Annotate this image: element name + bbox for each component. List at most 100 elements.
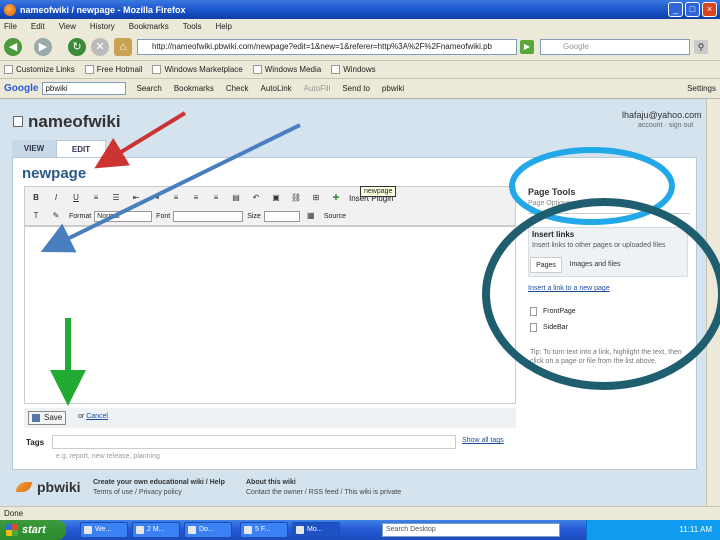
start-button[interactable]: start	[0, 520, 66, 540]
image-icon[interactable]: ▣	[269, 192, 283, 204]
google-autofill-button[interactable]: AutoFill	[304, 84, 331, 93]
menu-edit[interactable]: Edit	[31, 22, 45, 31]
search-icon[interactable]: ⚲	[694, 40, 708, 54]
tags-hint: e.g. report, new release, planning	[56, 453, 160, 460]
google-sendto-button[interactable]: Send to	[342, 84, 370, 93]
minimize-button[interactable]: _	[668, 2, 683, 17]
undo-icon[interactable]: ↶	[249, 192, 263, 204]
wiki-name[interactable]: nameofwiki	[28, 112, 121, 132]
tab-pages[interactable]: Pages	[530, 257, 562, 273]
page-name: FrontPage	[543, 308, 576, 315]
taskbar-item[interactable]: 2 M...	[132, 522, 180, 538]
toolbar-row-2: T ✎ Format Normal Font Size ▦ Source	[29, 208, 346, 224]
maximize-button[interactable]: □	[685, 2, 700, 17]
source-icon[interactable]: ▦	[304, 210, 318, 222]
font-select[interactable]	[173, 210, 244, 222]
menu-view[interactable]: View	[59, 22, 76, 31]
forward-icon[interactable]: ▶	[34, 38, 52, 56]
menu-history[interactable]: History	[90, 22, 115, 31]
taskbar-item[interactable]: Do...	[184, 522, 232, 538]
cancel-button[interactable]: Cancel	[86, 413, 108, 420]
reload-icon[interactable]: ↻	[68, 38, 86, 56]
tab-images-files[interactable]: Images and files	[564, 257, 626, 273]
footer-col-1: Create your own educational wiki / Help …	[93, 478, 225, 498]
insert-new-page-link[interactable]: Insert a link to a new page	[528, 285, 610, 292]
tab-edit[interactable]: EDIT	[56, 140, 106, 158]
pbwiki-logo[interactable]: pbwiki	[16, 479, 81, 495]
bookmark-item[interactable]: Windows Media	[252, 65, 321, 74]
menu-bar: File Edit View History Bookmarks Tools H…	[0, 19, 720, 33]
bookmark-item[interactable]: Free Hotmail	[84, 65, 142, 74]
taskbar-item[interactable]: We...	[80, 522, 128, 538]
system-tray: 11:11 AM	[586, 520, 720, 540]
editor-toolbar: B I U ≡ ☰ ⇤ ⇥ ≡ ≡ ≡ ▤ ↶ ▣ ⛓ ⊞ ✚ Insert P…	[24, 186, 516, 226]
save-button[interactable]: Save	[28, 411, 66, 425]
home-icon[interactable]: ⌂	[114, 38, 132, 56]
bookmark-item[interactable]: Customize Links	[4, 65, 75, 74]
plugin-icon[interactable]: ✚	[329, 192, 343, 204]
outdent-icon[interactable]: ⇤	[129, 192, 143, 204]
stop-icon[interactable]: ✕	[91, 38, 109, 56]
link-icon[interactable]: ⛓	[289, 192, 303, 204]
taskbar-item[interactable]: Mo...	[292, 522, 340, 538]
bullet-list-icon[interactable]: ☰	[109, 192, 123, 204]
google-autolink-button[interactable]: AutoLink	[261, 84, 292, 93]
menu-help[interactable]: Help	[215, 22, 231, 31]
page-tools-title: Page Tools	[528, 187, 576, 197]
menu-file[interactable]: File	[4, 22, 17, 31]
close-button[interactable]: ×	[702, 2, 717, 17]
source-button[interactable]: Source	[324, 213, 346, 220]
align-left-icon[interactable]: ≡	[169, 192, 183, 204]
bookmarks-toolbar: Customize Links Free Hotmail Windows Mar…	[0, 61, 720, 79]
bookmark-item[interactable]: Windows	[331, 65, 376, 74]
firefox-icon	[4, 3, 16, 16]
table-icon[interactable]: ⊞	[309, 192, 323, 204]
account-links[interactable]: account · sign out	[638, 122, 693, 129]
footer-col2-title: About this wiki	[246, 479, 296, 486]
google-bookmarks-button[interactable]: Bookmarks	[174, 84, 214, 93]
navigation-toolbar: ◀ ▶ ↻ ✕ ⌂ http://nameofwiki.pbwiki.com/n…	[0, 33, 720, 61]
format-select[interactable]: Normal	[94, 210, 153, 222]
tooltip: newpage	[360, 186, 397, 197]
desktop-search-input[interactable]: Search Desktop	[382, 523, 560, 537]
taskbar-item[interactable]: 5 F...	[240, 522, 288, 538]
go-icon[interactable]: ▶	[520, 40, 534, 54]
footer-col1-links[interactable]: Terms of use / Privacy policy	[93, 489, 182, 496]
google-search-input[interactable]: pbwiki	[42, 82, 127, 95]
numbered-list-icon[interactable]: ≡	[89, 192, 103, 204]
url-input[interactable]: http://nameofwiki.pbwiki.com/newpage?edi…	[137, 39, 517, 55]
google-search-button[interactable]: Search	[136, 84, 161, 93]
editor-content-area[interactable]	[24, 226, 516, 404]
list-item[interactable]: SideBar	[530, 323, 568, 332]
google-pbwiki-button[interactable]: pbwiki	[382, 84, 404, 93]
align-center-icon[interactable]: ≡	[189, 192, 203, 204]
google-check-button[interactable]: Check	[226, 84, 249, 93]
menu-bookmarks[interactable]: Bookmarks	[129, 22, 169, 31]
show-all-tags-link[interactable]: Show all tags	[462, 437, 504, 444]
paste-icon[interactable]: ▤	[229, 192, 243, 204]
tags-input[interactable]	[52, 435, 456, 449]
search-input[interactable]: Google	[540, 39, 690, 55]
menu-tools[interactable]: Tools	[183, 22, 202, 31]
footer-col2-links[interactable]: Contact the owner / RSS feed / This wiki…	[246, 489, 401, 496]
insert-links-description: Insert links to other pages or uploaded …	[532, 242, 666, 249]
cancel-prefix: or	[78, 413, 85, 420]
tab-view[interactable]: VIEW	[12, 140, 56, 158]
back-icon[interactable]: ◀	[4, 38, 22, 56]
indent-icon[interactable]: ⇥	[149, 192, 163, 204]
bold-icon[interactable]: B	[29, 192, 43, 204]
list-item[interactable]: FrontPage	[530, 307, 576, 316]
text-color-icon[interactable]: T	[29, 210, 43, 222]
align-right-icon[interactable]: ≡	[209, 192, 223, 204]
highlight-icon[interactable]: ✎	[49, 210, 63, 222]
underline-icon[interactable]: U	[69, 192, 83, 204]
google-settings-button[interactable]: Settings	[687, 84, 716, 93]
vertical-scrollbar[interactable]	[706, 99, 720, 506]
italic-icon[interactable]: I	[49, 192, 63, 204]
bookmark-item[interactable]: Windows Marketplace	[152, 65, 243, 74]
footer-col1-title[interactable]: Create your own educational wiki / Help	[93, 479, 225, 486]
page-icon	[84, 65, 94, 74]
page-icon	[530, 323, 537, 332]
size-select[interactable]	[263, 210, 300, 222]
page-options[interactable]: Page Options	[528, 200, 690, 214]
